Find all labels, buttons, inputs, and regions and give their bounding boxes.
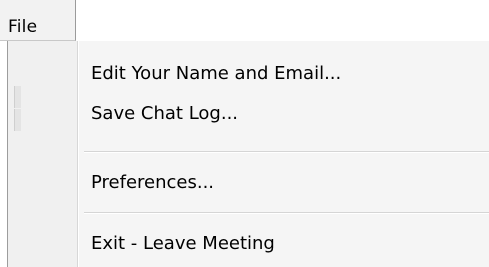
gutter-divider-highlight xyxy=(78,41,79,267)
file-dropdown-menu: Edit Your Name and Email... Save Chat Lo… xyxy=(7,41,489,267)
menu-separator xyxy=(84,151,489,153)
menu-item-preferences[interactable]: Preferences... xyxy=(91,174,214,192)
menu-icon-gutter xyxy=(8,41,77,267)
gutter-notch xyxy=(14,109,21,131)
menu-item-edit-name-email[interactable]: Edit Your Name and Email... xyxy=(91,65,341,83)
menu-item-exit-leave-meeting[interactable]: Exit - Leave Meeting xyxy=(91,235,275,253)
menu-item-save-chat-log[interactable]: Save Chat Log... xyxy=(91,105,238,123)
menu-separator xyxy=(84,212,489,214)
app-window: File Edit Your Name and Email... Save Ch… xyxy=(0,0,489,267)
gutter-notch xyxy=(14,86,21,108)
file-menu-label: File xyxy=(8,17,38,37)
file-menu[interactable]: File xyxy=(0,0,76,41)
